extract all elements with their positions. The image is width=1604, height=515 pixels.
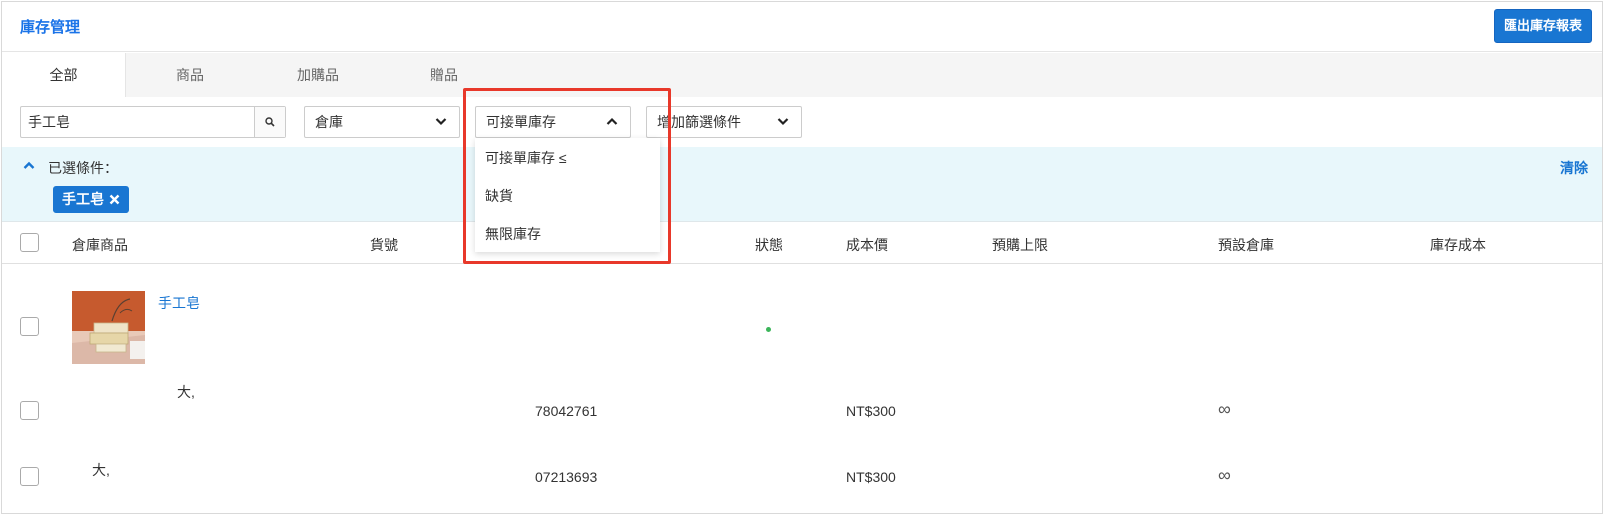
stock-filter-select-label: 可接單庫存 <box>486 114 556 130</box>
stock-filter-dropdown-menu: 可接單庫存 ≤ 缺貨 無限庫存 <box>475 138 660 252</box>
close-icon[interactable] <box>109 194 120 205</box>
add-filter-select-label: 增加篩選條件 <box>657 114 741 130</box>
clear-conditions-link[interactable]: 清除 <box>1560 158 1588 178</box>
variant-option: 大, <box>177 384 195 400</box>
page-header: 庫存管理 匯出庫存報表 <box>2 2 1602 52</box>
chevron-up-icon <box>606 117 618 125</box>
tab-add-on-items[interactable]: 加購品 <box>270 53 366 97</box>
variant-preorder-limit: ∞ <box>1218 399 1231 419</box>
search-box <box>20 106 286 138</box>
export-inventory-report-button[interactable]: 匯出庫存報表 <box>1493 9 1592 43</box>
variant-cost-price: NT$300 <box>846 469 896 485</box>
tab-bar: 全部 商品 加購品 贈品 <box>2 53 1602 97</box>
tab-all[interactable]: 全部 <box>2 53 126 97</box>
search-button[interactable] <box>254 107 285 137</box>
tab-products[interactable]: 商品 <box>142 53 238 97</box>
column-header-default-warehouse: 預設倉庫 <box>1218 237 1274 253</box>
dropdown-item-out-of-stock[interactable]: 缺貨 <box>485 186 513 206</box>
selected-conditions-label: 已選條件： <box>48 160 118 176</box>
variant-cost-price: NT$300 <box>846 403 896 419</box>
inventory-page: 庫存管理 匯出庫存報表 全部 商品 加購品 贈品 倉庫 可接單庫存 增加篩選條件 <box>1 1 1603 514</box>
variant-sku: 07213693 <box>535 469 598 485</box>
column-header-sku: 貨號 <box>370 237 398 253</box>
chevron-down-icon <box>435 118 447 126</box>
product-name-link[interactable]: 手工皂 <box>158 293 200 313</box>
product-image <box>72 291 145 364</box>
column-header-inventory-cost: 庫存成本 <box>1430 237 1486 253</box>
column-header-status: 狀態 <box>755 237 783 253</box>
row-checkbox[interactable] <box>20 467 39 486</box>
product-thumbnail[interactable] <box>72 291 145 364</box>
selected-conditions-panel: 已選條件： 清除 手工皂 <box>2 147 1602 222</box>
variant-sku: 78042761 <box>535 403 598 419</box>
variant-preorder-limit: ∞ <box>1218 465 1231 485</box>
condition-tag: 手工皂 <box>53 186 129 213</box>
column-header-warehouse-product: 倉庫商品 <box>72 237 128 253</box>
page-title: 庫存管理 <box>20 19 81 36</box>
chevron-down-icon <box>777 118 789 126</box>
status-indicator <box>766 327 771 332</box>
warehouse-select[interactable]: 倉庫 <box>304 106 460 138</box>
warehouse-select-label: 倉庫 <box>315 114 343 130</box>
chevron-up-icon[interactable] <box>23 161 35 170</box>
row-checkbox[interactable] <box>20 401 39 420</box>
table-header: 倉庫商品 貨號 狀態 成本價 預購上限 預設倉庫 庫存成本 <box>2 223 1602 264</box>
add-filter-select[interactable]: 增加篩選條件 <box>646 106 802 138</box>
dropdown-item-available-stock-lte[interactable]: 可接單庫存 ≤ <box>485 148 567 168</box>
search-icon <box>265 117 275 127</box>
row-checkbox[interactable] <box>20 317 39 336</box>
stock-filter-select[interactable]: 可接單庫存 <box>475 106 631 138</box>
condition-tag-label: 手工皂 <box>62 191 104 207</box>
variant-option: 大, <box>92 462 110 478</box>
column-header-cost-price: 成本價 <box>846 237 888 253</box>
select-all-checkbox[interactable] <box>20 233 39 252</box>
search-input[interactable] <box>21 107 255 137</box>
tab-gifts[interactable]: 贈品 <box>396 53 492 97</box>
dropdown-item-unlimited-stock[interactable]: 無限庫存 <box>485 224 541 244</box>
column-header-preorder-limit: 預購上限 <box>992 237 1048 253</box>
